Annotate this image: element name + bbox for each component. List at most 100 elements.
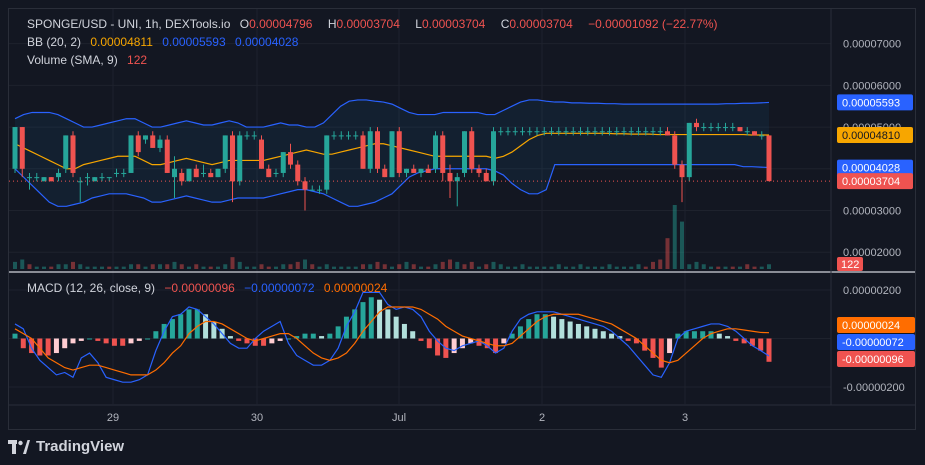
volume-label: Volume (SMA, 9) (27, 53, 118, 67)
candle-body (273, 172, 279, 174)
candle-body (288, 152, 293, 165)
macd-histogram-bar (111, 338, 117, 346)
candle-body (106, 177, 112, 179)
bb-label: BB (20, 2) (27, 35, 82, 49)
macd-histogram-bar (725, 336, 731, 339)
candle-body (657, 131, 663, 133)
candle-body (469, 131, 475, 169)
volume-bar (63, 264, 68, 269)
time-tick-label: 29 (107, 412, 119, 424)
candle-body (266, 168, 272, 178)
macd-histogram-bar (128, 338, 134, 344)
candle-body (353, 135, 359, 137)
volume-bar (622, 266, 626, 269)
volume-bar (281, 264, 286, 269)
volume-bar (346, 266, 351, 269)
macd-histogram-bar (194, 309, 200, 339)
candle-body (201, 172, 206, 174)
volume-bar (723, 266, 728, 269)
candle-body (389, 131, 395, 178)
volume-bar (143, 266, 148, 269)
volume-bar (433, 264, 438, 269)
candle-body (433, 135, 438, 169)
volume-bar (78, 264, 83, 269)
volume-bar (738, 266, 742, 269)
volume-bar (462, 264, 467, 269)
macd-histogram-bar (319, 336, 325, 339)
macd-histogram-bar (584, 326, 590, 339)
candle-body (418, 168, 424, 173)
volume-bar (535, 266, 539, 269)
macd-histogram-bar (758, 338, 764, 351)
volume-bar (513, 266, 518, 269)
volume-bar (477, 266, 481, 269)
candle-body (244, 135, 250, 137)
volume-bar (49, 266, 54, 269)
macd-histogram-bar (310, 333, 316, 339)
volume-bar (658, 259, 663, 269)
candle-body (512, 131, 518, 133)
volume-bar (56, 264, 61, 269)
bb-lower-value: 0.00004028 (234, 35, 299, 49)
volume-bar (216, 266, 220, 269)
chart-panel[interactable]: 0.000070000.000060000.000050000.00003000… (8, 8, 916, 430)
macd-histogram-bar (178, 314, 184, 339)
volume-bar (527, 266, 532, 269)
volume-bar (194, 264, 199, 269)
candle-body (302, 181, 308, 190)
volume-bar (353, 266, 358, 269)
candle-body (12, 127, 18, 169)
tradingview-logo[interactable]: TradingView (8, 438, 124, 455)
candle-body (193, 168, 199, 178)
bb-basis-badge: 0.00004810 (842, 130, 900, 142)
candle-body (346, 135, 351, 137)
volume-bar (448, 259, 452, 269)
candle-body (570, 131, 576, 133)
candle-body (476, 168, 482, 173)
bb-legend: BB (20, 2) 0.00004811 0.00005593 0.00004… (27, 35, 304, 49)
volume-bar (165, 264, 170, 269)
candle-body (360, 135, 366, 169)
candle-body (150, 135, 156, 148)
volume-bar (585, 266, 590, 269)
macd-histogram-bar (103, 338, 109, 344)
volume-bar (506, 266, 510, 269)
price-tick-label: 0.00006000 (843, 80, 901, 92)
chart-canvas[interactable]: 0.000070000.000060000.000050000.00003000… (9, 9, 915, 429)
volume-bar (701, 264, 706, 269)
macd-line (14, 291, 770, 383)
volume-bar (498, 264, 503, 269)
macd-histogram-bar (716, 333, 722, 339)
candle-body (621, 131, 627, 133)
candle-body (723, 127, 728, 129)
candle-body (491, 131, 496, 182)
candle-body (186, 168, 192, 182)
candle-body (121, 172, 127, 174)
volume-bar (665, 238, 670, 269)
symbol-legend: SPONGE/USD - UNI, 1h, DEXTools.io O0.000… (27, 17, 724, 31)
candle-body (215, 168, 221, 178)
volume-bar (324, 264, 329, 269)
macd-histogram-bar (609, 333, 615, 339)
volume-bar (643, 266, 648, 269)
volume-bar (187, 266, 191, 269)
macd-histogram-bar (592, 328, 598, 339)
candle-body (251, 135, 257, 137)
macd-histogram-bar (426, 338, 432, 349)
candle-body (34, 177, 40, 179)
candle-body (636, 131, 641, 133)
macd-histogram-bar (227, 336, 233, 339)
volume-bar (158, 264, 162, 269)
macd-histogram-bar (95, 338, 101, 341)
macd-histogram-bar (87, 338, 93, 340)
change-value: −0.00001092 (−22.77%) (588, 17, 718, 31)
candle-body (135, 135, 141, 153)
macd-hist-badge: -0.00000096 (842, 354, 904, 366)
volume-bar (484, 264, 489, 269)
time-tick-label: 3 (682, 412, 688, 424)
volume-bar (201, 266, 206, 269)
volume-bar (85, 266, 90, 269)
macd-signal-line (14, 306, 770, 376)
candle-body (527, 131, 533, 133)
candle-body (541, 131, 547, 133)
